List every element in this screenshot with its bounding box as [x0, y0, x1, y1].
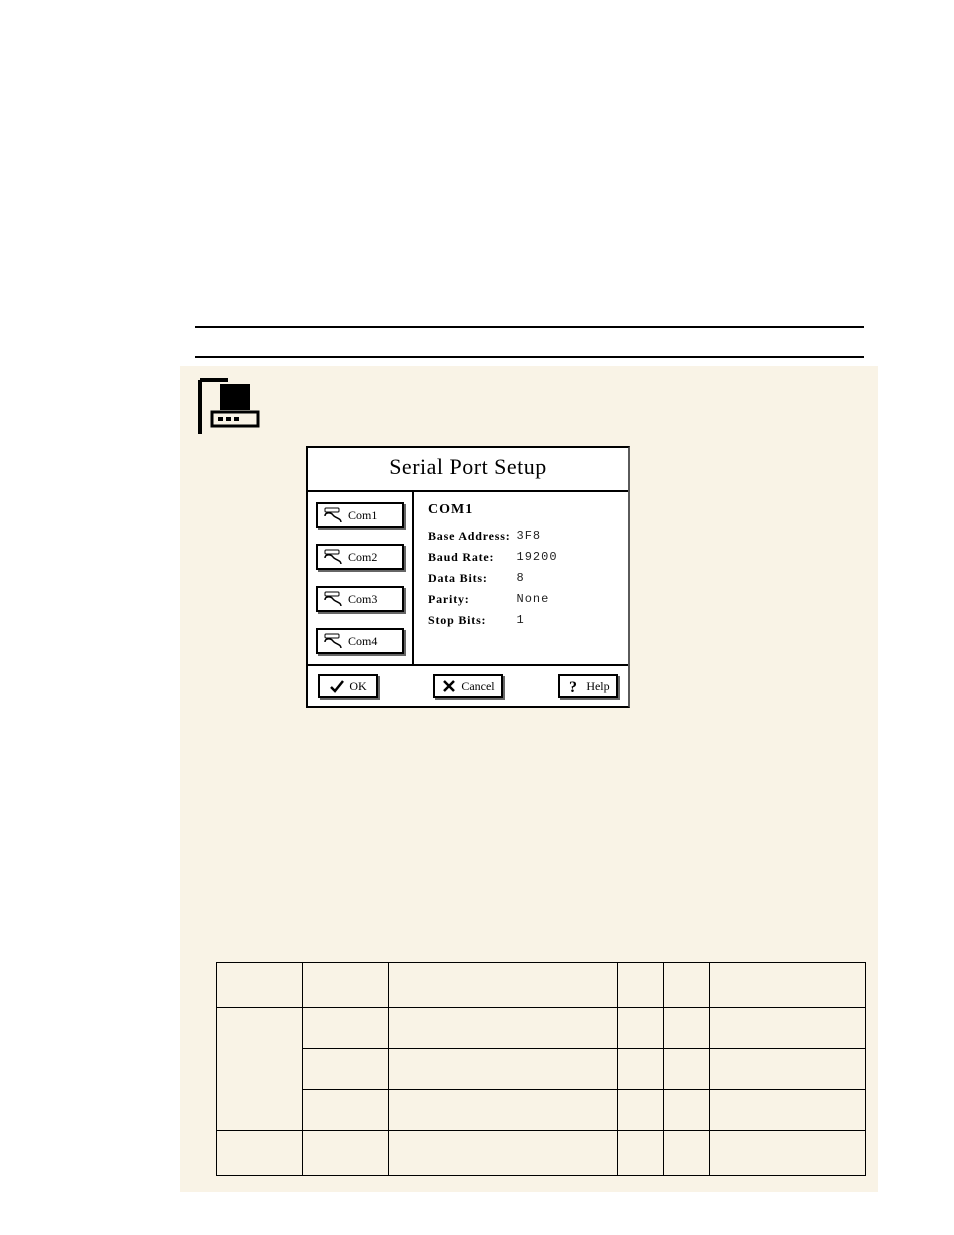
- cancel-button[interactable]: Cancel: [433, 674, 502, 698]
- divider-top: [195, 326, 864, 328]
- button-label: Cancel: [461, 679, 494, 694]
- ok-button[interactable]: OK: [318, 674, 378, 698]
- dialog-title: Serial Port Setup: [308, 448, 628, 492]
- port-settings-table: Base Address: 3F8 Baud Rate: 19200 Data …: [428, 526, 564, 631]
- dialog-footer: OK Cancel ? Help: [308, 664, 628, 706]
- base-address-value: 3F8: [517, 526, 564, 547]
- port-tab-com2[interactable]: Com2: [316, 544, 404, 570]
- stop-bits-value: 1: [517, 610, 564, 631]
- modem-icon: [198, 378, 263, 436]
- baud-rate-label: Baud Rate:: [428, 547, 517, 568]
- button-label: Help: [586, 679, 609, 694]
- parity-value: None: [517, 589, 564, 610]
- page: Serial Port Setup Com1 Com2: [0, 0, 954, 1235]
- current-port-heading: COM1: [428, 502, 616, 518]
- button-label: OK: [349, 679, 366, 694]
- serial-port-setup-dialog: Serial Port Setup Com1 Com2: [306, 446, 630, 708]
- port-tab-com3[interactable]: Com3: [316, 586, 404, 612]
- mouse-icon: [322, 507, 344, 523]
- question-icon: ?: [566, 678, 582, 694]
- parity-label: Parity:: [428, 589, 517, 610]
- port-details: COM1 Base Address: 3F8 Baud Rate: 19200 …: [414, 492, 628, 664]
- base-address-label: Base Address:: [428, 526, 517, 547]
- mouse-icon: [322, 591, 344, 607]
- port-tab-label: Com4: [348, 634, 377, 649]
- stop-bits-label: Stop Bits:: [428, 610, 517, 631]
- check-icon: [329, 678, 345, 694]
- port-tab-label: Com1: [348, 508, 377, 523]
- help-button[interactable]: ? Help: [558, 674, 618, 698]
- data-bits-value: 8: [517, 568, 564, 589]
- port-tab-com1[interactable]: Com1: [316, 502, 404, 528]
- baud-rate-value: 19200: [517, 547, 564, 568]
- mouse-icon: [322, 549, 344, 565]
- mouse-icon: [322, 633, 344, 649]
- svg-text:?: ?: [569, 679, 577, 694]
- x-icon: [441, 678, 457, 694]
- empty-settings-table: [216, 962, 866, 1176]
- dialog-body: Com1 Com2 Com3: [308, 492, 628, 664]
- port-tab-label: Com3: [348, 592, 377, 607]
- divider-bottom-of-header: [195, 356, 864, 358]
- port-tab-com4[interactable]: Com4: [316, 628, 404, 654]
- port-tab-label: Com2: [348, 550, 377, 565]
- port-tabs: Com1 Com2 Com3: [308, 492, 414, 664]
- data-bits-label: Data Bits:: [428, 568, 517, 589]
